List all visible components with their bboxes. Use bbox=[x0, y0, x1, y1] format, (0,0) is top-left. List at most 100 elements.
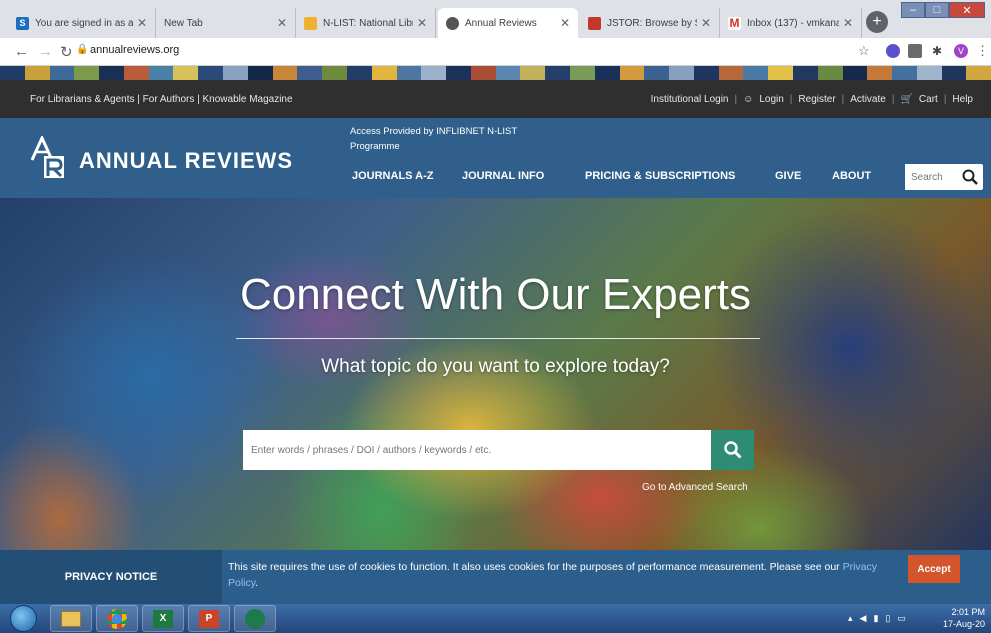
excel-icon[interactable]: X bbox=[142, 605, 184, 632]
lock-icon[interactable]: 🔒 bbox=[76, 44, 88, 55]
address-bar: ← → ↻ 🔒 annualreviews.org ☆ ✱ V ⋮ bbox=[0, 38, 991, 66]
activate-link[interactable]: Activate bbox=[850, 94, 886, 105]
back-arrow-icon[interactable]: ← bbox=[14, 43, 29, 60]
close-window-button[interactable]: ✕ bbox=[949, 2, 985, 18]
maximize-button[interactable]: □ bbox=[925, 2, 949, 18]
close-tab-icon[interactable]: ✕ bbox=[843, 16, 853, 30]
site-search-box bbox=[905, 164, 983, 190]
nav-journals-az[interactable]: JOURNALS A-Z bbox=[352, 170, 433, 182]
tray-arrow-icon[interactable]: ▴ bbox=[848, 613, 853, 624]
close-tab-icon[interactable]: ✕ bbox=[701, 16, 711, 30]
reload-icon[interactable]: ↻ bbox=[60, 43, 73, 61]
help-link[interactable]: Help bbox=[952, 94, 973, 105]
privacy-message-end: . bbox=[255, 577, 259, 589]
nlist-favicon-icon bbox=[304, 16, 317, 30]
minimize-button[interactable]: – bbox=[901, 2, 925, 18]
network-icon[interactable]: ▮ bbox=[873, 613, 878, 624]
jstor-favicon-icon bbox=[588, 16, 601, 30]
hero-search-button[interactable] bbox=[711, 430, 754, 470]
nav-pricing-subscriptions[interactable]: PRICING & SUBSCRIPTIONS bbox=[585, 170, 735, 182]
annual-reviews-logo-icon[interactable] bbox=[30, 136, 66, 180]
hero-banner: Connect With Our Experts What topic do y… bbox=[0, 198, 991, 550]
browser-tab-gmail[interactable]: M Inbox (137) - vmkanaba ✕ bbox=[720, 8, 862, 38]
window-controls: – □ ✕ bbox=[901, 2, 985, 18]
new-tab-button[interactable]: + bbox=[866, 11, 888, 33]
action-center-icon[interactable]: ▭ bbox=[897, 613, 906, 624]
divider: | bbox=[841, 94, 845, 105]
advanced-search-link[interactable]: Go to Advanced Search bbox=[642, 482, 748, 493]
browser-tab-nlist[interactable]: N-LIST: National Library ✕ bbox=[296, 8, 436, 38]
utility-links[interactable]: For Librarians & Agents | For Authors | … bbox=[30, 94, 293, 105]
privacy-notice-bar: PRIVACY NOTICE This site requires the us… bbox=[0, 550, 991, 604]
extension-icon[interactable] bbox=[908, 44, 922, 58]
privacy-notice-text: This site requires the use of cookies to… bbox=[228, 559, 898, 591]
browser-tab-signed-in[interactable]: S You are signed in as atc ✕ bbox=[8, 8, 156, 38]
tab-title: You are signed in as atc bbox=[35, 17, 133, 29]
system-tray-icons: ▴ ◀ ▮ ▯ ▭ bbox=[848, 613, 906, 624]
globe-favicon-icon bbox=[446, 16, 459, 30]
divider: | bbox=[734, 94, 738, 105]
clock-time: 2:01 PM bbox=[951, 607, 985, 617]
browser-tab-strip: S You are signed in as atc ✕ New Tab ✕ N… bbox=[0, 0, 991, 38]
browser-tab-new-tab[interactable]: New Tab ✕ bbox=[156, 8, 296, 38]
search-icon bbox=[723, 441, 742, 459]
main-navigation: ANNUAL REVIEWS Access Provided by INFLIB… bbox=[0, 118, 991, 198]
windows-taskbar: X P ▴ ◀ ▮ ▯ ▭ 2:01 PM 17-Aug-20 bbox=[0, 604, 991, 633]
cart-icon: 🛒 bbox=[900, 94, 913, 105]
hero-search-box bbox=[243, 430, 711, 470]
hero-subtitle: What topic do you want to explore today? bbox=[321, 356, 670, 377]
battery-icon[interactable]: ▯ bbox=[885, 613, 890, 624]
clock-date: 17-Aug-20 bbox=[942, 619, 985, 629]
privacy-notice-label: PRIVACY NOTICE bbox=[0, 550, 222, 604]
access-provided-text: Access Provided by INFLIBNET N-LIST Prog… bbox=[350, 126, 518, 152]
tab-title: N-LIST: National Library bbox=[323, 17, 413, 29]
url-text[interactable]: annualreviews.org bbox=[90, 44, 179, 56]
tab-title: Inbox (137) - vmkanaba bbox=[747, 17, 839, 29]
start-orb-icon[interactable] bbox=[10, 605, 37, 632]
search-icon[interactable] bbox=[961, 168, 979, 186]
hero-search-input[interactable] bbox=[243, 430, 703, 470]
nav-give[interactable]: GIVE bbox=[775, 170, 801, 182]
gmail-favicon-icon: M bbox=[728, 16, 741, 30]
nav-about[interactable]: ABOUT bbox=[832, 170, 871, 182]
user-icon: ☺ bbox=[743, 94, 754, 105]
cart-link[interactable]: Cart bbox=[919, 94, 938, 105]
privacy-message: This site requires the use of cookies to… bbox=[228, 561, 843, 573]
browser-tab-annual-reviews[interactable]: Annual Reviews ✕ bbox=[438, 8, 578, 38]
utility-bar: For Librarians & Agents | For Authors | … bbox=[0, 80, 991, 118]
divider: | bbox=[789, 94, 793, 105]
nav-journal-info[interactable]: JOURNAL INFO bbox=[462, 170, 544, 182]
tab-title: New Tab bbox=[164, 17, 203, 29]
tab-title: JSTOR: Browse by Subje bbox=[607, 17, 697, 29]
profile-avatar-icon[interactable]: V bbox=[954, 44, 968, 58]
close-tab-icon[interactable]: ✕ bbox=[417, 16, 427, 30]
close-tab-icon[interactable]: ✕ bbox=[137, 16, 147, 30]
tab-title: Annual Reviews bbox=[465, 17, 537, 29]
sheets-favicon-icon: S bbox=[16, 16, 29, 30]
file-explorer-icon[interactable] bbox=[50, 605, 92, 632]
institutional-login-link[interactable]: Institutional Login bbox=[651, 94, 729, 105]
site-search-input[interactable] bbox=[905, 164, 959, 190]
forward-arrow-icon[interactable]: → bbox=[38, 43, 53, 60]
accept-cookies-button[interactable]: Accept bbox=[908, 555, 960, 583]
login-link[interactable]: Login bbox=[759, 94, 783, 105]
site-logo-text[interactable]: ANNUAL REVIEWS bbox=[79, 148, 293, 174]
close-tab-icon[interactable]: ✕ bbox=[560, 16, 570, 30]
app-icon[interactable] bbox=[234, 605, 276, 632]
menu-kebab-icon[interactable]: ⋮ bbox=[976, 43, 989, 59]
divider: | bbox=[943, 94, 947, 105]
volume-icon[interactable]: ◀ bbox=[860, 613, 867, 624]
puzzle-icon[interactable]: ✱ bbox=[930, 44, 944, 58]
register-link[interactable]: Register bbox=[798, 94, 835, 105]
hero-divider bbox=[236, 338, 760, 339]
divider: | bbox=[891, 94, 895, 105]
extension-icon[interactable] bbox=[886, 44, 900, 58]
powerpoint-icon[interactable]: P bbox=[188, 605, 230, 632]
account-links: Institutional Login | ☺ Login | Register… bbox=[651, 94, 973, 105]
close-tab-icon[interactable]: ✕ bbox=[277, 16, 287, 30]
chrome-icon[interactable] bbox=[96, 605, 138, 632]
clock[interactable]: 2:01 PM 17-Aug-20 bbox=[943, 606, 985, 630]
browser-tab-jstor[interactable]: JSTOR: Browse by Subje ✕ bbox=[580, 8, 720, 38]
decorative-stripes bbox=[0, 66, 991, 80]
bookmark-star-icon[interactable]: ☆ bbox=[858, 43, 870, 59]
